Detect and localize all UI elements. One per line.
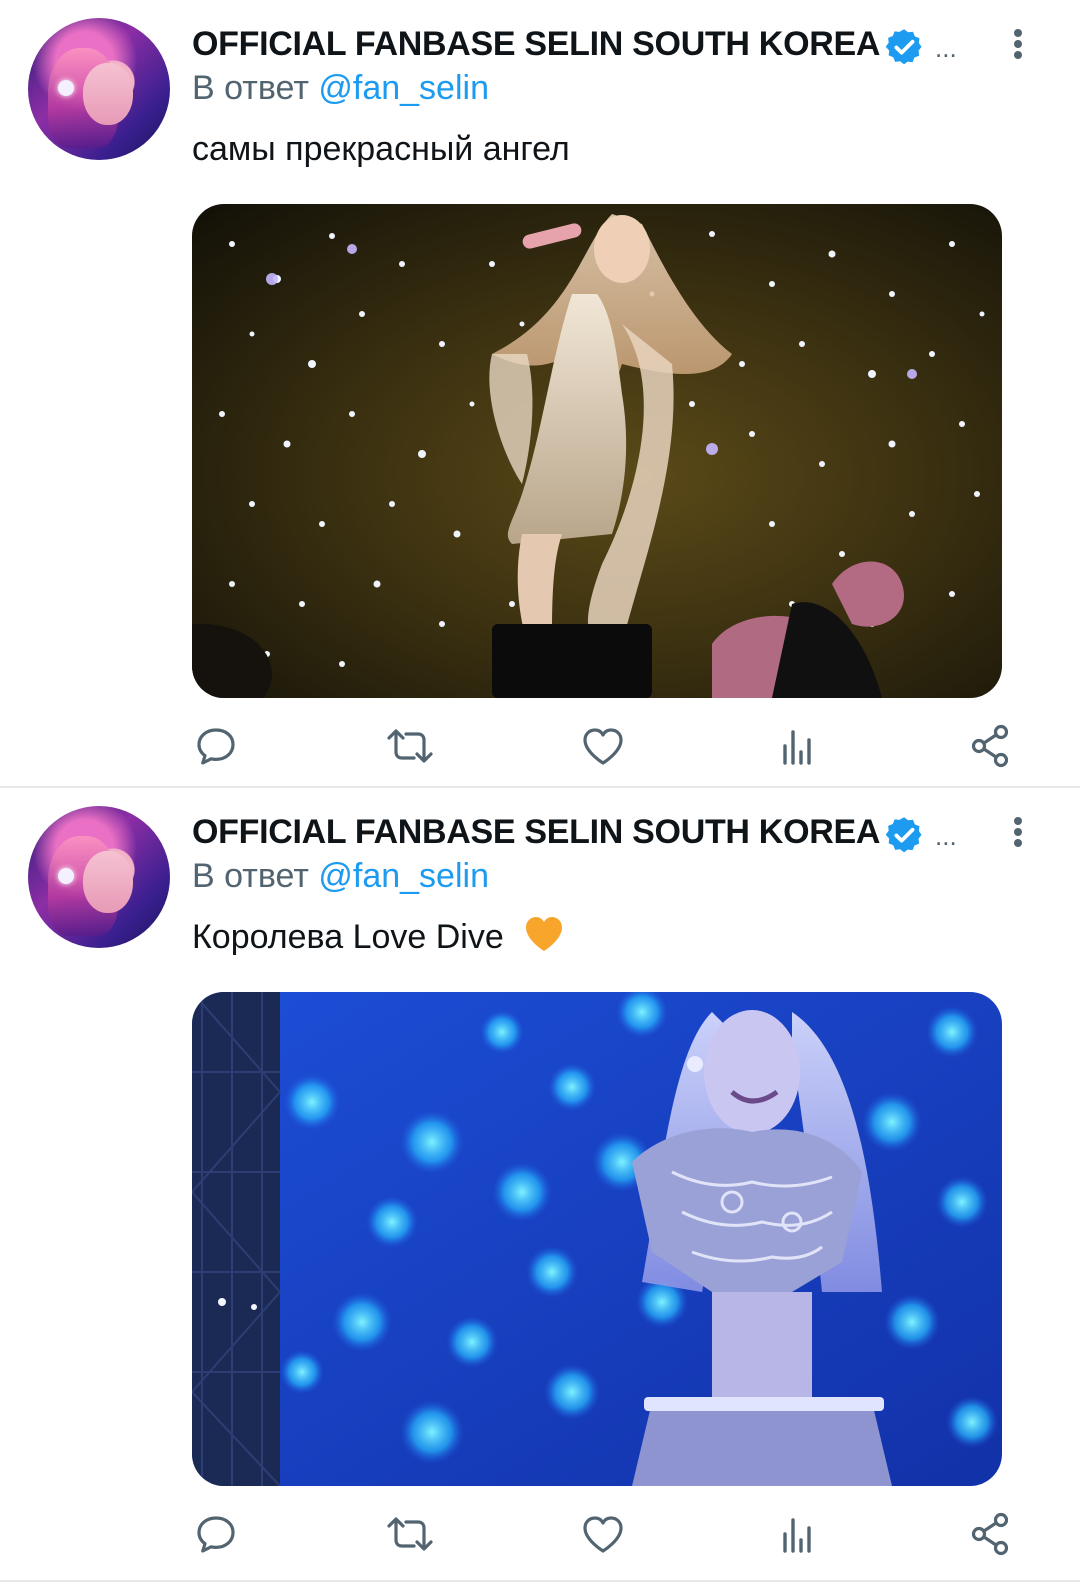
- tweet-text-content: Королева Love Dive: [192, 918, 504, 956]
- like-icon: [573, 1504, 633, 1564]
- views-icon: [767, 716, 827, 776]
- reply-context: В ответ @fan_selin: [192, 66, 489, 110]
- media-image-stage-stars: [192, 204, 1002, 698]
- author-name[interactable]: OFFICIAL FANBASE SELIN SOUTH KOREA: [192, 22, 880, 66]
- retweet-icon: [380, 716, 440, 776]
- more-vertical-icon[interactable]: [1008, 26, 1028, 66]
- views-icon: [767, 1504, 827, 1564]
- tweet-media[interactable]: [192, 204, 1002, 698]
- reply-context: В ответ @fan_selin: [192, 854, 489, 898]
- name-truncation: ...: [935, 821, 957, 851]
- share-icon: [960, 1504, 1020, 1564]
- author-name[interactable]: OFFICIAL FANBASE SELIN SOUTH KOREA: [192, 810, 880, 854]
- retweet-button[interactable]: [380, 1504, 440, 1564]
- tweet-text: самы прекрасный ангел: [192, 126, 570, 172]
- reply-prefix: В ответ: [192, 69, 309, 107]
- reply-icon: [186, 716, 246, 776]
- reply-button[interactable]: [186, 1504, 246, 1564]
- reply-prefix: В ответ: [192, 857, 309, 895]
- retweet-icon: [380, 1504, 440, 1564]
- tweet-text-content: самы прекрасный ангел: [192, 130, 570, 168]
- share-icon: [960, 716, 1020, 776]
- tweet[interactable]: OFFICIAL FANBASE SELIN SOUTH KOREA ... В…: [0, 0, 1080, 786]
- like-button[interactable]: [573, 1504, 633, 1564]
- retweet-button[interactable]: [380, 716, 440, 776]
- orange-heart-icon: [526, 917, 563, 951]
- tweet-actions: [0, 1504, 1080, 1564]
- share-button[interactable]: [960, 1504, 1020, 1564]
- views-button[interactable]: [767, 716, 827, 776]
- name-truncation: ...: [935, 33, 957, 63]
- avatar[interactable]: [28, 806, 170, 948]
- reply-icon: [186, 1504, 246, 1564]
- reply-button[interactable]: [186, 716, 246, 776]
- tweet-text: Королева Love Dive: [192, 914, 565, 960]
- views-button[interactable]: [767, 1504, 827, 1564]
- reply-mention-link[interactable]: @fan_selin: [318, 69, 489, 107]
- tweet[interactable]: OFFICIAL FANBASE SELIN SOUTH KOREA ... В…: [0, 788, 1080, 1580]
- verified-badge-icon: [885, 28, 923, 66]
- tweet-actions: [0, 716, 1080, 776]
- tweet-divider: [0, 1580, 1080, 1582]
- tweet-media[interactable]: [192, 992, 1002, 1486]
- share-button[interactable]: [960, 716, 1020, 776]
- reply-mention-link[interactable]: @fan_selin: [318, 857, 489, 895]
- avatar[interactable]: [28, 18, 170, 160]
- media-image-blue-stage: [192, 992, 1002, 1486]
- verified-badge-icon: [885, 816, 923, 854]
- more-vertical-icon[interactable]: [1008, 814, 1028, 854]
- like-button[interactable]: [573, 716, 633, 776]
- like-icon: [573, 716, 633, 776]
